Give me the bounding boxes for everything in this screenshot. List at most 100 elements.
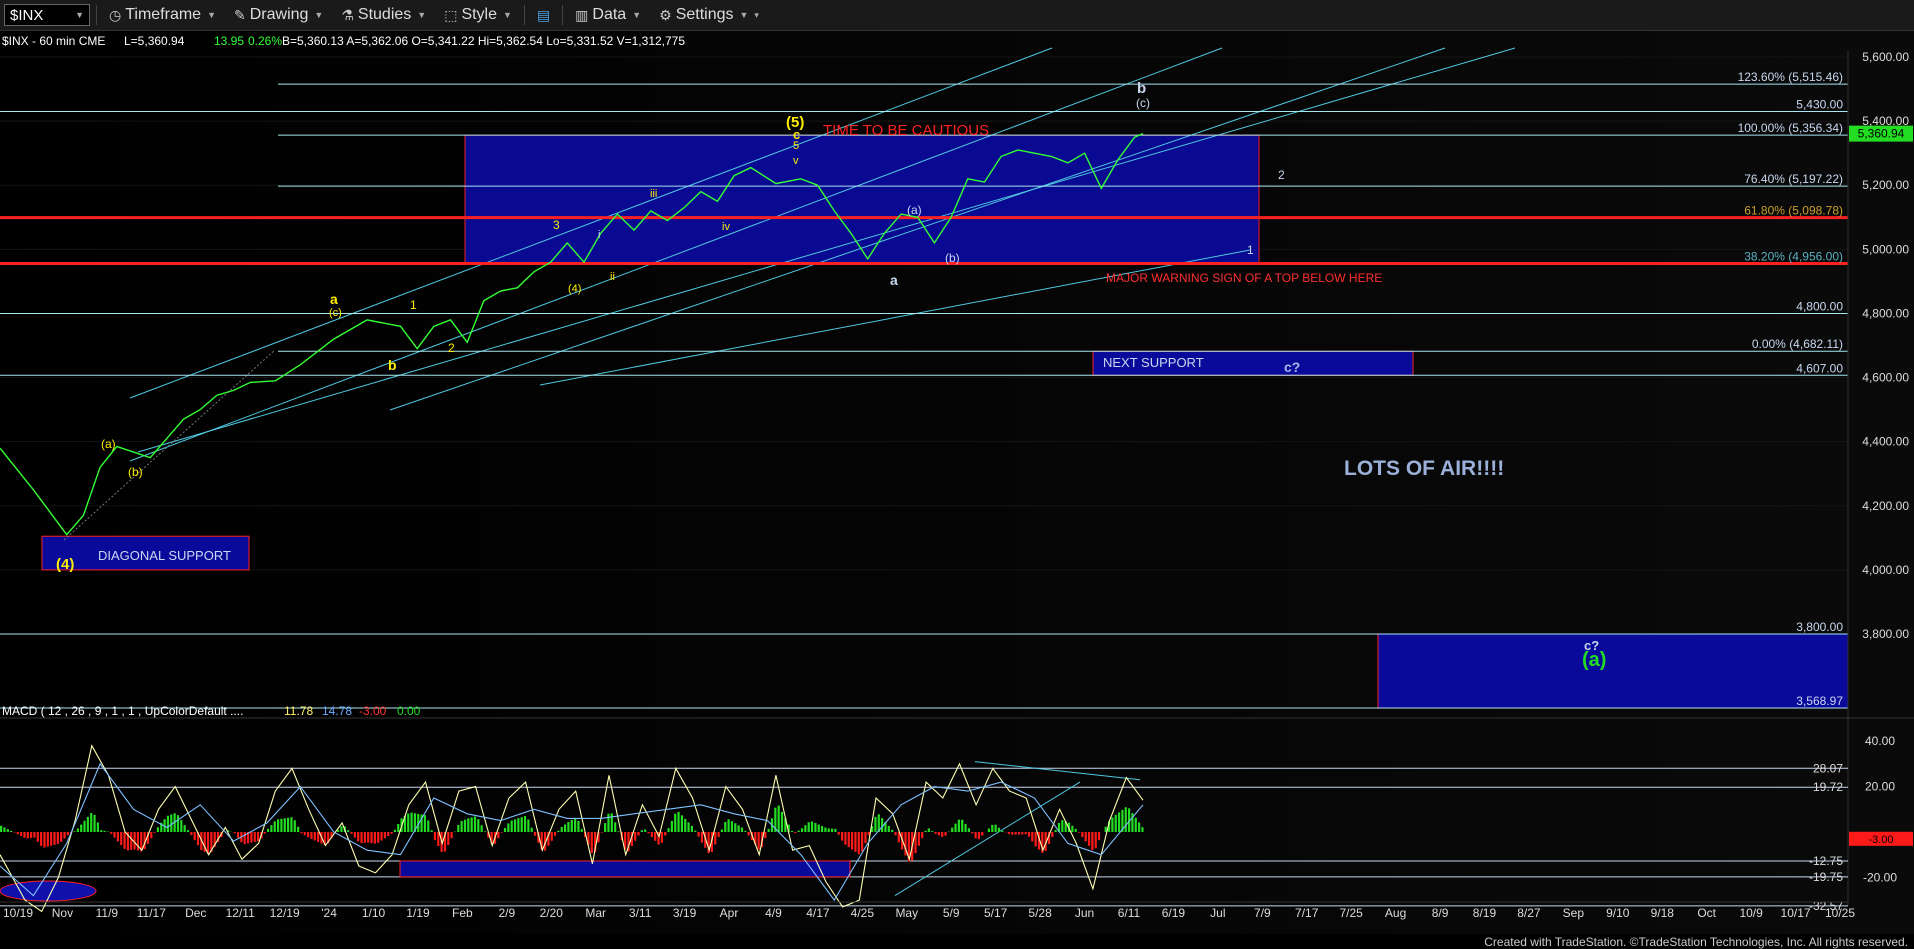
macd-bar [830, 828, 834, 832]
macd-bar [1111, 817, 1114, 832]
wave-ii-label: ii [610, 271, 615, 283]
macd-bar [60, 832, 63, 842]
price-tick-label: 5,600.00 [1862, 50, 1909, 64]
macd-bar [817, 824, 820, 832]
macd-bar [1091, 832, 1094, 851]
macd-bar [297, 826, 300, 832]
level-label: 4,800.00 [1796, 299, 1843, 313]
layout-button[interactable]: ▤ [531, 7, 556, 24]
macd-bar [256, 832, 260, 842]
macd-bar [1007, 832, 1011, 834]
macd-bar [1034, 832, 1037, 847]
macd-bar [857, 832, 860, 855]
macd-bar [517, 818, 520, 832]
symbol-input[interactable]: $INX ▼ [4, 4, 90, 26]
macd-bar [307, 832, 310, 838]
target-box [1377, 633, 1849, 709]
data-label: Data [592, 6, 627, 23]
x-tick-label: 2/20 [540, 906, 564, 920]
macd-bar [607, 813, 610, 832]
settings-button[interactable]: ⚙ Settings ▼ ▾ [653, 6, 765, 24]
macd-bar [347, 830, 350, 832]
macd-bar [640, 830, 643, 832]
x-tick-label: 8/19 [1473, 906, 1497, 920]
macd-bar [553, 832, 557, 836]
style-button[interactable]: ⬚ Style ▼ [438, 6, 518, 24]
macd-bar [136, 832, 140, 851]
macd-bar [667, 828, 670, 832]
last-price: L=5,360.94 [124, 34, 185, 48]
macd-bar [961, 819, 964, 832]
macd-bar [473, 816, 477, 832]
macd-bar [533, 832, 537, 836]
macd-bar [740, 827, 744, 832]
macd-tick-label: 40.00 [1865, 734, 1895, 748]
x-tick-label: Jul [1210, 906, 1225, 920]
macd-level-label: 19.72 [1813, 780, 1843, 794]
macd-bar [1141, 827, 1144, 832]
x-tick-label: 11/9 [96, 906, 119, 920]
c-question-label: c? [1284, 359, 1300, 375]
x-tick-label: Oct [1697, 906, 1716, 920]
wave-5-small-label: 5 [793, 140, 799, 152]
wave-4-label: (4) [56, 556, 74, 573]
macd-bar [927, 828, 930, 832]
macd-bar [236, 832, 240, 838]
macd-bar [407, 813, 410, 832]
chevron-down-icon: ▼ [207, 10, 216, 20]
level-label: 38.20% (4,956.00) [1744, 249, 1843, 263]
macd-bar [253, 832, 256, 842]
macd-bar [66, 832, 69, 836]
macd-bar [1027, 832, 1031, 837]
macd-level-label: 28.07 [1813, 761, 1843, 775]
macd-bar [827, 828, 830, 832]
macd-bar [523, 816, 527, 832]
macd-bar [80, 824, 83, 832]
macd-bar [1117, 812, 1121, 832]
macd-bar [617, 831, 620, 832]
timeframe-button[interactable]: ◷ Timeframe ▼ [103, 6, 222, 24]
macd-bar [183, 825, 186, 832]
macd-bar [190, 832, 193, 836]
x-tick-label: 3/11 [629, 906, 652, 920]
macd-bar [280, 818, 283, 832]
x-tick-label: Dec [185, 906, 206, 920]
wave-b-label: b [1137, 80, 1146, 97]
caution-box [464, 134, 1260, 264]
chart-canvas[interactable]: 5,430.00 100.00% (5,356.34) 123.60% (5,515… [0, 31, 1914, 934]
macd-bar [477, 819, 480, 832]
macd-bar [604, 823, 607, 832]
macd-bar [684, 818, 687, 832]
macd-tick-label: -20.00 [1863, 870, 1897, 884]
flask-icon: ⚗ [341, 6, 354, 23]
macd-bar [834, 828, 837, 832]
macd-bar [994, 824, 997, 832]
price-tick-label: 4,400.00 [1862, 435, 1909, 449]
price-tick-label: 5,200.00 [1862, 178, 1909, 192]
wave-b-paren-yellow: (b) [128, 465, 143, 479]
macd-bar [76, 828, 79, 832]
studies-button[interactable]: ⚗ Studies ▼ [335, 6, 432, 24]
macd-bar [687, 822, 690, 832]
studies-label: Studies [357, 6, 412, 23]
macd-bar [1014, 832, 1017, 835]
macd-title: MACD ( 12 , 26 , 9 , 1 , 1 , UpColorDefa… [2, 704, 243, 718]
macd-bar [1031, 832, 1034, 842]
data-button[interactable]: ▥ Data ▼ [569, 6, 647, 24]
macd-bar [820, 826, 824, 832]
x-tick-label: 1/10 [362, 906, 386, 920]
macd-bar [987, 828, 991, 832]
macd-bar [814, 823, 817, 832]
wave-b-paren-label: (b) [945, 251, 960, 265]
macd-bar [694, 830, 697, 832]
wave-iii-label: iii [650, 188, 657, 200]
toolbar-divider [96, 5, 97, 25]
x-tick-label: Mar [585, 906, 606, 920]
macd-bar [700, 832, 704, 843]
x-tick-label: 4/9 [765, 906, 782, 920]
drawing-button[interactable]: ✎ Drawing ▼ [228, 6, 329, 24]
macd-level-label: -19.75 [1809, 870, 1843, 884]
diagonal-support-label: DIAGONAL SUPPORT [98, 548, 231, 563]
wave-v-label: v [793, 155, 799, 167]
x-tick-label: 5/28 [1028, 906, 1052, 920]
